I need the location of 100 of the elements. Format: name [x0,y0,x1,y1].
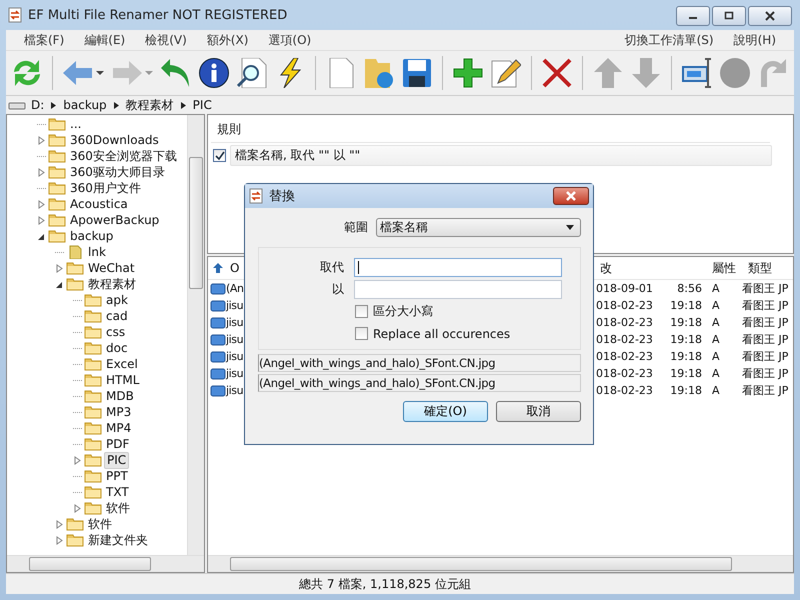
scrollbar[interactable] [187,115,204,555]
expand-icon[interactable] [37,168,46,176]
ok-button[interactable]: 確定(O) [403,401,488,422]
replace-field[interactable] [354,280,562,299]
tree-item[interactable]: 软件 [86,516,114,532]
tree-item[interactable]: PDF [104,436,132,452]
folder-icon [84,357,102,371]
up-arrow-icon[interactable] [212,262,224,274]
tree-item[interactable]: cad [104,308,130,324]
expand-icon[interactable] [55,264,64,272]
table-cell-text: 018-09-01 [595,282,654,295]
checkbox-label[interactable]: 區分大小寫 [373,303,433,320]
screen-icon [682,58,712,88]
menu-item[interactable]: 檢視(V) [135,32,197,48]
field-label: 範圍 [343,219,368,236]
tree-item[interactable]: backup [68,228,116,244]
tree-item[interactable]: PPT [104,468,130,484]
menu-item[interactable]: 檔案(F) [14,32,74,48]
tree-item[interactable]: Excel [104,356,140,372]
minimize-button[interactable] [676,6,710,26]
path-segment[interactable]: D: [30,98,46,112]
tree-item[interactable]: 360驱动大师目录 [68,164,167,180]
find-field[interactable] [354,258,562,277]
curved-arrow-icon [758,58,788,88]
table-cell-text: A [712,299,721,312]
collapse-icon[interactable] [55,280,64,288]
tree-item[interactable]: 教程素材 [86,276,138,292]
table-cell: jisu [226,299,244,312]
expand-icon[interactable] [55,520,64,528]
tree-item[interactable]: 360用户文件 [68,180,143,196]
rule-item[interactable]: 檔案名稱, 取代 "" 以 "" [230,145,772,166]
table-cell-text: A [712,367,721,380]
tree-item[interactable]: 360Downloads [68,132,161,148]
tree-item[interactable]: WeChat [86,260,137,276]
column-header[interactable]: O [230,261,240,275]
checkbox[interactable] [355,305,368,318]
image-file-icon [210,316,226,330]
table-cell-text: 19:18 [669,367,703,380]
tree-item[interactable]: 新建文件夹 [86,532,150,548]
menu-item[interactable]: 說明(H) [724,32,786,48]
table-cell-text: 19:18 [669,299,703,312]
table-cell-text: 19:18 [669,350,703,363]
tree-item[interactable]: MP3 [104,404,134,420]
path-segment[interactable]: PIC [192,98,213,112]
path-segment[interactable]: backup [62,98,108,112]
checkbox[interactable] [355,327,368,340]
tree-item[interactable]: MDB [104,388,136,404]
tree-item[interactable]: MP4 [104,420,134,436]
scrollbar[interactable] [7,555,204,572]
cancel-button[interactable]: 取消 [496,401,581,422]
scrollbar[interactable] [208,555,793,572]
image-file-icon [210,350,226,364]
app-icon [8,7,22,23]
menu-item[interactable]: 選項(O) [258,32,322,48]
expand-icon[interactable] [37,200,46,208]
tree-item[interactable]: lnk [86,244,108,260]
tree-item[interactable]: ApowerBackup [68,212,162,228]
status-text: 總共 7 檔案, 1,118,825 位元組 [299,576,471,592]
tree-item[interactable]: HTML [104,372,142,388]
tree-item[interactable]: TXT [104,484,131,500]
image-file-icon [210,298,226,312]
scope-dropdown[interactable]: 檔案名稱 [376,218,581,237]
menu-item[interactable]: 切換工作清單(S) [614,32,724,48]
expand-icon[interactable] [55,536,64,544]
right-arrow-icon [112,58,142,88]
checkbox-label[interactable]: Replace all occurences [373,326,510,340]
tree-item[interactable]: 软件 [104,500,132,516]
tree-item[interactable]: apk [104,292,130,308]
tree-item[interactable]: PIC [104,452,130,468]
tree-item[interactable]: css [104,324,128,340]
menu-item[interactable]: 編輯(E) [74,32,136,48]
collapse-icon[interactable] [37,232,46,240]
folder-icon [48,149,66,163]
expand-icon[interactable] [73,456,82,464]
column-header[interactable]: 類型 [748,260,793,276]
checkbox[interactable] [213,149,226,162]
close-button[interactable] [748,6,792,26]
maximize-button[interactable] [712,6,746,26]
column-header[interactable]: 屬性 [712,260,748,276]
column-header[interactable]: 改 [596,260,712,276]
close-icon [764,11,776,21]
folder-icon [84,453,102,467]
tree-item[interactable]: ... [68,116,84,132]
table-cell: jisu [226,367,244,380]
expand-icon[interactable] [37,136,46,144]
magnifier-icon [237,58,267,88]
table-cell-text: 19:18 [669,316,703,329]
pencil-icon [491,58,521,88]
tree-item[interactable]: doc [104,340,130,356]
path-segment[interactable]: 教程素材 [124,96,175,114]
tree-item[interactable]: 360安全浏览器下载 [68,148,179,164]
curved-arrow-icon [161,58,191,88]
close-button[interactable] [553,187,589,205]
expand-icon[interactable] [73,504,82,512]
menu-item[interactable]: 額外(X) [196,32,258,48]
expand-icon[interactable] [37,216,46,224]
table-cell: jisu [226,350,244,363]
table-cell-text: A [712,384,721,397]
field-label: 取代 [319,259,344,276]
tree-item[interactable]: Acoustica [68,196,130,212]
